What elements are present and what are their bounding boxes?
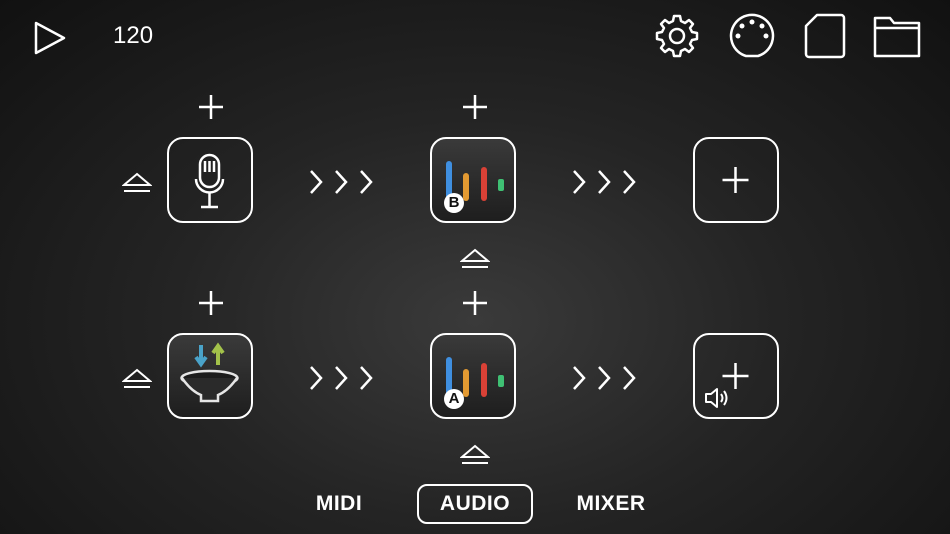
effect-slot-1[interactable]: B	[430, 137, 516, 223]
midi-button[interactable]	[728, 12, 776, 60]
sd-card-icon	[804, 13, 846, 59]
tempo-value[interactable]: 120	[113, 22, 153, 50]
input-slot-2[interactable]	[167, 333, 253, 419]
output-slot-2[interactable]	[693, 333, 779, 419]
settings-button[interactable]	[653, 12, 701, 60]
sd-card-button[interactable]	[803, 12, 847, 60]
add-icon	[722, 167, 749, 193]
eject-input-1[interactable]	[122, 172, 152, 194]
eject-icon	[460, 444, 490, 464]
add-effect-plus-2[interactable]	[461, 289, 489, 317]
effect-slot-2[interactable]: A	[430, 333, 516, 419]
chain-arrows-2a	[308, 364, 378, 392]
chain-arrows-1a	[308, 168, 378, 196]
plus-icon	[199, 95, 223, 119]
eject-effect-1[interactable]	[460, 248, 490, 270]
eject-icon	[460, 248, 490, 268]
folder-button[interactable]	[872, 12, 922, 60]
eject-input-2[interactable]	[122, 368, 152, 390]
eject-effect-2[interactable]	[460, 444, 490, 466]
gear-icon	[655, 14, 699, 58]
effect-badge: B	[444, 193, 464, 213]
plus-icon	[463, 95, 487, 119]
plus-icon	[463, 291, 487, 315]
mode-tabs: MIDI AUDIO MIXER	[0, 484, 950, 524]
chain-arrows-2b	[571, 364, 641, 392]
tab-midi[interactable]: MIDI	[300, 484, 378, 524]
microphone-icon	[194, 153, 225, 209]
add-input-plus-2[interactable]	[197, 289, 225, 317]
folder-icon	[873, 16, 921, 58]
output-slot-1[interactable]	[693, 137, 779, 223]
play-icon	[34, 21, 66, 55]
eject-icon	[122, 172, 152, 192]
speaker-io-icon	[180, 342, 239, 403]
eject-icon	[122, 368, 152, 388]
add-effect-plus-1[interactable]	[461, 93, 489, 121]
chevrons-right-icon	[310, 170, 373, 194]
input-slot-1[interactable]	[167, 137, 253, 223]
effect-badge: A	[444, 389, 464, 409]
chevrons-right-icon	[573, 366, 636, 390]
tab-audio[interactable]: AUDIO	[417, 484, 533, 524]
level-meter-icon	[446, 357, 504, 397]
midi-port-icon	[729, 13, 775, 58]
play-button[interactable]	[32, 20, 68, 56]
level-meter-icon	[446, 161, 504, 201]
tab-mixer[interactable]: MIXER	[568, 484, 654, 524]
chevrons-right-icon	[573, 170, 636, 194]
plus-icon	[199, 291, 223, 315]
chain-arrows-1b	[571, 168, 641, 196]
chevrons-right-icon	[310, 366, 373, 390]
add-input-plus-1[interactable]	[197, 93, 225, 121]
add-output-speaker-icon	[705, 363, 749, 408]
